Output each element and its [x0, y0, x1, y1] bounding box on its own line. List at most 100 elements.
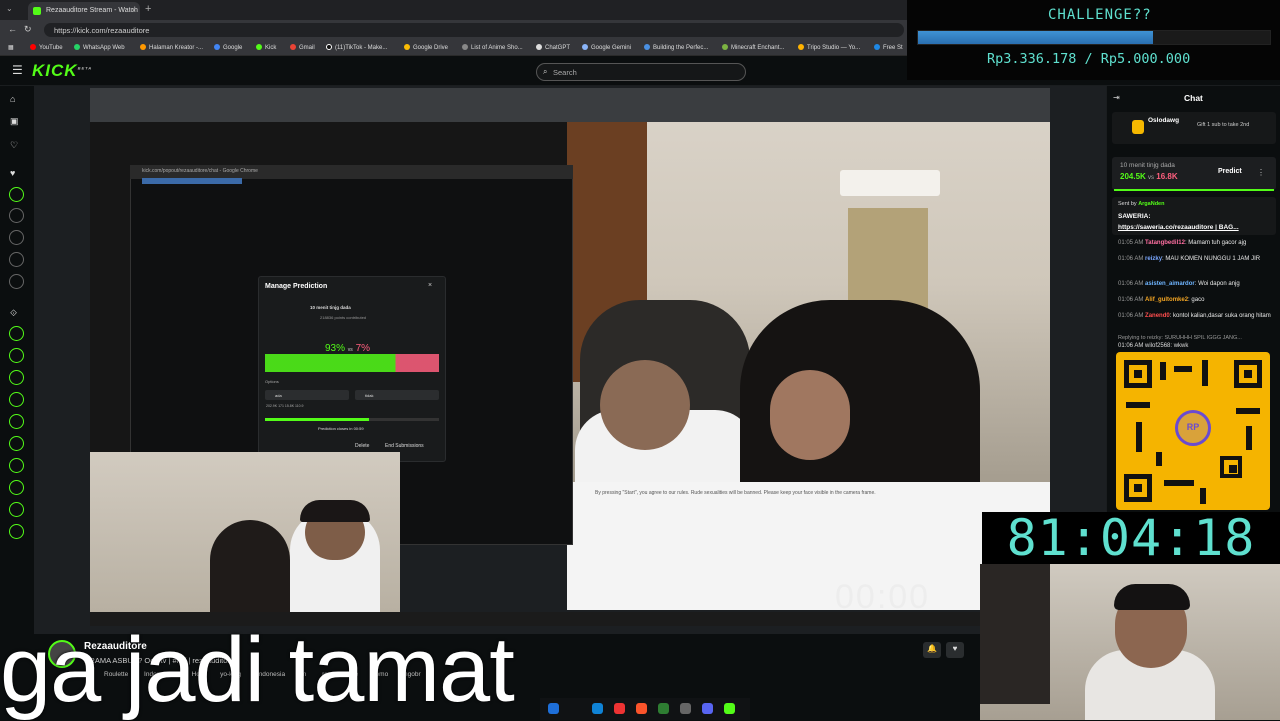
- tab-search-icon[interactable]: ⌄: [6, 4, 13, 13]
- popout-title: kick.com/popout/rezaauditore/chat - Goog…: [130, 165, 573, 179]
- kick-logo[interactable]: KICKBETA: [32, 61, 92, 81]
- reload-icon[interactable]: ↻: [24, 24, 32, 35]
- new-tab-icon[interactable]: +: [145, 3, 151, 15]
- pinned-link[interactable]: https://saweria.co/rezaauditore | BAG...: [1118, 224, 1268, 231]
- reply-note: Replying to reizky: SURUHHH SPIL IGGG JA…: [1118, 335, 1242, 341]
- challenge-amount: Rp3.336.178 / Rp5.000.000: [987, 51, 1191, 67]
- gift-banner: [1112, 112, 1276, 144]
- channel-avatar[interactable]: [9, 348, 24, 363]
- caption-overlay: ga jadi tamat: [0, 619, 515, 721]
- home-icon[interactable]: ⌂: [10, 94, 15, 104]
- channel-avatar[interactable]: [9, 414, 24, 429]
- option-ada[interactable]: ada: [265, 390, 349, 400]
- gift-user[interactable]: Oslodawg: [1148, 117, 1179, 124]
- chat-message: 01:05 AM Tatangbedil12: Mamam tuh gacor …: [1118, 240, 1247, 246]
- channel-avatar[interactable]: [9, 370, 24, 385]
- bookmark-anime[interactable]: List of Anime Sho...: [462, 44, 523, 51]
- channel-avatar[interactable]: [9, 436, 24, 451]
- settings-icon[interactable]: [680, 703, 691, 714]
- channel-avatar[interactable]: [9, 524, 24, 539]
- search-placeholder: Search: [553, 68, 577, 77]
- channel-avatar[interactable]: [9, 326, 24, 341]
- browser-tab[interactable]: Rezaauditore Stream - Watch ×: [28, 2, 140, 20]
- url-field[interactable]: https://kick.com/rezaauditore: [44, 23, 904, 37]
- person-scene: [210, 520, 290, 612]
- subathon-timer: 81:04:18: [982, 512, 1280, 564]
- discord-icon[interactable]: [702, 703, 713, 714]
- qr-module: [1156, 452, 1162, 466]
- app-icon[interactable]: [614, 703, 625, 714]
- video-chat-footer: [567, 482, 1050, 610]
- brave-icon[interactable]: [636, 703, 647, 714]
- bookmark-tiktok[interactable]: (11)TikTok - Make...: [326, 44, 387, 51]
- predict-button[interactable]: Predict: [1218, 168, 1242, 175]
- bookmark-google[interactable]: Google: [214, 44, 242, 51]
- pinned-header: Sent by ArgaNden: [1118, 201, 1165, 207]
- play-icon[interactable]: [658, 703, 669, 714]
- notification-bell-icon[interactable]: 🔔: [923, 642, 941, 658]
- qr-finder: [1124, 360, 1152, 388]
- channel-avatar[interactable]: [9, 252, 24, 267]
- bookmark-building[interactable]: Building the Perfec...: [644, 44, 708, 51]
- channel-avatar[interactable]: [9, 502, 24, 517]
- terms-text: By pressing "Start", you agree to our ru…: [595, 490, 876, 496]
- collapse-chat-icon[interactable]: ⇥: [1113, 93, 1120, 102]
- menu-icon[interactable]: ☰: [12, 63, 23, 77]
- channel-avatar[interactable]: [9, 480, 24, 495]
- air-conditioner-scene: [840, 170, 940, 196]
- qr-module: [1164, 480, 1194, 486]
- prediction-values: 204.5K vs 16.8K: [1120, 172, 1178, 181]
- browse-icon[interactable]: ▣: [10, 116, 19, 127]
- channel-avatar[interactable]: [9, 274, 24, 289]
- search-input[interactable]: ⌕ Search: [536, 63, 746, 81]
- kick-app-icon[interactable]: [724, 703, 735, 714]
- bookmark-gmail[interactable]: Gmail: [290, 44, 315, 51]
- chat-title: Chat: [1184, 93, 1203, 103]
- channel-avatar[interactable]: [9, 230, 24, 245]
- qr-module: [1246, 426, 1252, 450]
- option-tidak[interactable]: tidak: [355, 390, 439, 400]
- end-submissions-button[interactable]: End Submissions: [385, 443, 424, 449]
- person-face-scene: [600, 360, 690, 450]
- bookmark-kick[interactable]: Kick: [256, 44, 276, 51]
- bookmark-tripo[interactable]: Tripo Studio — Yo...: [798, 44, 860, 51]
- qr-module: [1236, 408, 1260, 414]
- apps-icon[interactable]: ▦: [8, 44, 14, 51]
- bookmark-whatsapp[interactable]: WhatsApp Web: [74, 44, 125, 51]
- edge-icon[interactable]: [592, 703, 603, 714]
- channel-avatar[interactable]: [9, 458, 24, 473]
- qr-module: [1136, 422, 1142, 452]
- channel-avatar[interactable]: [9, 187, 24, 202]
- bookmark-drive[interactable]: Google Drive: [404, 44, 448, 51]
- followed-heart-icon[interactable]: ♥: [10, 168, 15, 178]
- popout-url-highlight: [142, 178, 242, 184]
- qr-module: [1200, 488, 1206, 504]
- prediction-question: 10 menit tinjg dada: [1120, 162, 1175, 169]
- options-label: Options: [265, 379, 279, 384]
- bookmark-youtube[interactable]: YouTube: [30, 44, 63, 51]
- bookmark-gemini[interactable]: Google Gemini: [582, 44, 631, 51]
- more-options-icon[interactable]: ⋮: [1257, 168, 1265, 177]
- following-icon[interactable]: ♡: [10, 140, 18, 151]
- back-icon[interactable]: ←: [8, 24, 17, 34]
- qr-module: [1202, 360, 1208, 386]
- prediction-question: 10 menit tinjg dada: [310, 305, 351, 310]
- bookmark-minecraft[interactable]: Minecraft Enchant...: [722, 44, 784, 51]
- follow-heart-icon[interactable]: ♥: [946, 642, 964, 658]
- close-icon[interactable]: ×: [428, 282, 432, 289]
- bookmark-free[interactable]: Free St: [874, 44, 903, 51]
- channel-avatar[interactable]: [9, 392, 24, 407]
- windows-start-icon[interactable]: [548, 703, 559, 714]
- challenge-title: CHALLENGE??: [1048, 7, 1152, 23]
- prediction-progress: [1114, 189, 1274, 191]
- delete-button[interactable]: Delete: [355, 443, 369, 449]
- inner-browser-chrome: [90, 88, 1050, 122]
- close-tab-icon[interactable]: ×: [131, 6, 136, 15]
- channel-avatar[interactable]: [9, 208, 24, 223]
- bookmark-halaman[interactable]: Halaman Kreator -...: [140, 44, 203, 51]
- chat-message: 01:06 AM wilof2568: wkwk: [1118, 343, 1189, 349]
- bookmark-chatgpt[interactable]: ChatGPT: [536, 44, 570, 51]
- recommended-icon[interactable]: ⟐: [10, 308, 17, 319]
- chat-message: 01:06 AM reizky: MAU KOMEN NUNGGU 1 JAM …: [1118, 256, 1261, 262]
- streamer-hair-scene: [1114, 584, 1190, 610]
